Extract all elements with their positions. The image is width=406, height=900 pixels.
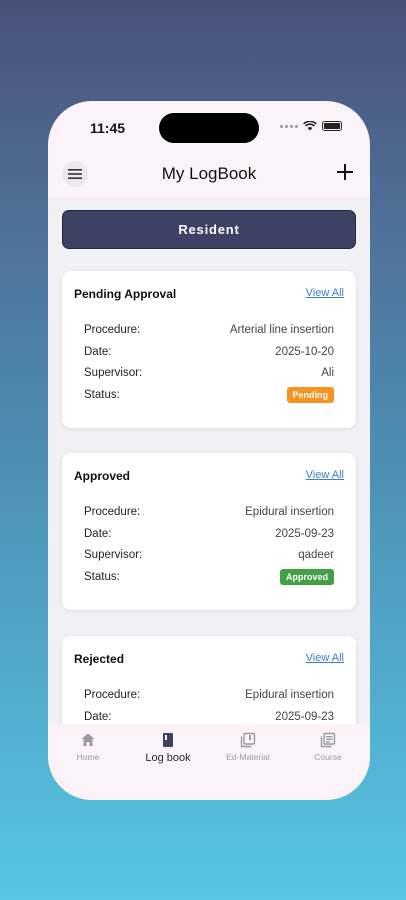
row-label: Date:: [84, 346, 112, 358]
nav-item-logbook[interactable]: Log book: [128, 732, 208, 764]
resident-role-button[interactable]: Resident: [62, 210, 356, 249]
nav-item-home[interactable]: Home: [48, 732, 128, 762]
status-time: 11:45: [90, 120, 126, 136]
add-log-button[interactable]: [332, 159, 358, 185]
supervisor-row: Supervisor: qadeer: [84, 546, 334, 564]
row-label: Procedure:: [84, 506, 141, 518]
row-value: Epidural insertion: [245, 689, 334, 701]
row-label: Status:: [84, 571, 120, 583]
nav-item-ed-material[interactable]: Ed-Material: [208, 732, 288, 762]
row-label: Supervisor:: [84, 549, 143, 561]
main-content[interactable]: Resident Pending Approval View All Proce…: [48, 197, 370, 724]
status-bar: 11:45: [48, 101, 370, 151]
nav-item-course[interactable]: Course: [288, 732, 368, 762]
row-label: Procedure:: [84, 324, 141, 336]
wifi-icon: [303, 121, 317, 131]
status-row: Status: Pending: [84, 386, 334, 404]
supervisor-row: Supervisor: Ali: [84, 364, 334, 382]
view-all-link[interactable]: View All: [306, 287, 344, 299]
row-label: Date:: [84, 711, 112, 723]
row-value: 2025-10-20: [275, 346, 334, 358]
card-title: Approved: [74, 469, 131, 483]
row-value: 2025-09-23: [275, 528, 334, 540]
row-value: Arterial line insertion: [229, 324, 334, 336]
view-all-link[interactable]: View All: [306, 652, 344, 664]
status-icons: [280, 121, 342, 131]
page-title: My LogBook: [161, 164, 257, 183]
pending-approval-card: Pending Approval View All Procedure: Arte…: [62, 271, 356, 428]
row-label: Date:: [84, 528, 112, 540]
date-row: Date: 2025-09-23: [84, 525, 334, 543]
nav-label: Home: [76, 752, 100, 762]
library-icon: [240, 732, 256, 748]
book-icon: [163, 733, 173, 747]
phone-screen: 11:45 My LogBook Resident Pending Approv…: [48, 101, 370, 800]
approved-card: Approved View All Procedure: Epidural ins…: [62, 453, 356, 610]
procedure-row: Procedure: Epidural insertion: [84, 686, 334, 704]
procedure-row: Procedure: Arterial line insertion: [84, 321, 334, 339]
procedure-row: Procedure: Epidural insertion: [84, 503, 334, 521]
row-label: Supervisor:: [84, 367, 143, 379]
rejected-card: Rejected View All Procedure: Epidural ins…: [62, 636, 356, 724]
date-row: Date: 2025-10-20: [84, 343, 334, 361]
row-value: qadeer: [298, 549, 334, 561]
view-all-link[interactable]: View All: [306, 469, 344, 481]
row-label: Status:: [84, 389, 120, 401]
row-value: Ali: [321, 367, 334, 379]
card-title: Pending Approval: [74, 287, 177, 301]
course-icon: [320, 732, 336, 748]
bottom-nav: Home Log book Ed-Material Course: [48, 724, 370, 800]
dynamic-island: [159, 113, 259, 143]
nav-label: Log book: [145, 752, 191, 764]
status-badge: Approved: [279, 569, 334, 585]
status-badge: Pending: [286, 387, 334, 403]
battery-icon: [322, 121, 342, 131]
date-row: Date: 2025-09-23: [84, 708, 334, 724]
plus-icon: [337, 164, 353, 180]
app-bar: My LogBook: [48, 151, 370, 197]
row-value: Epidural insertion: [245, 506, 334, 518]
card-title: Rejected: [74, 652, 125, 666]
nav-label: Ed-Material: [226, 752, 270, 762]
row-value: 2025-09-23: [275, 711, 334, 723]
row-label: Procedure:: [84, 689, 141, 701]
nav-label: Course: [314, 752, 342, 762]
signal-icon: [280, 124, 298, 128]
status-row: Status: Approved: [84, 568, 334, 586]
home-icon: [81, 733, 95, 746]
